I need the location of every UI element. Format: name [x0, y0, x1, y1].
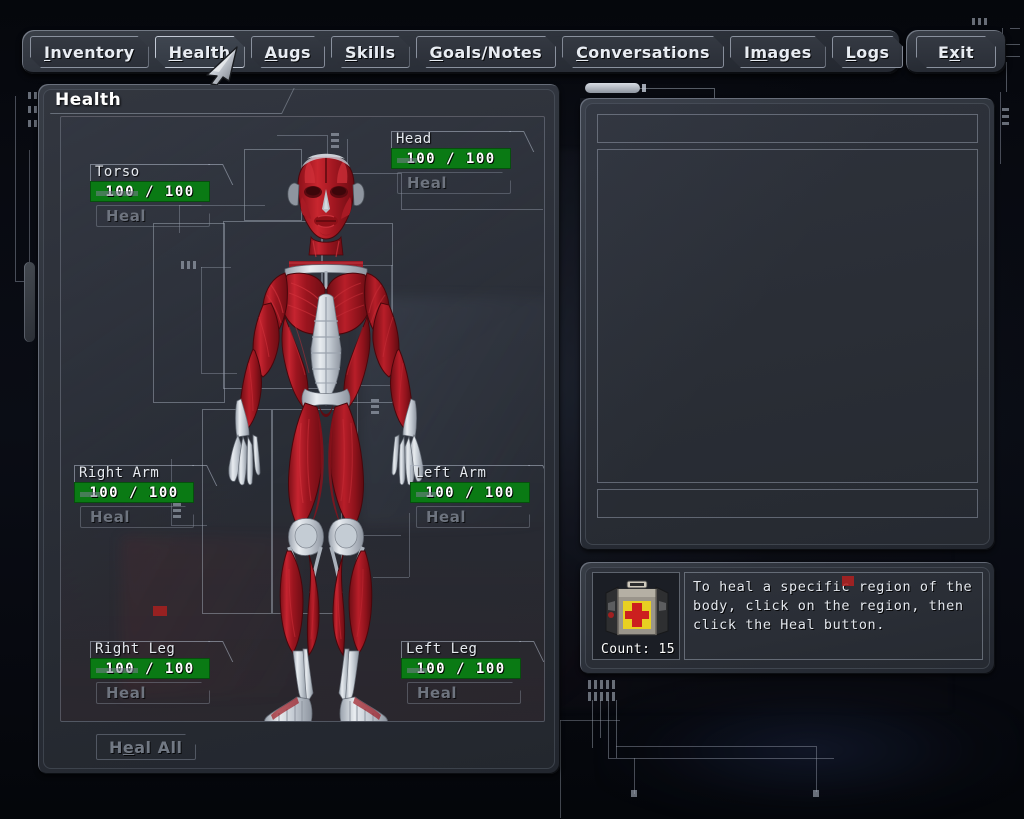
connector-pill [585, 83, 640, 93]
circuit-trace [714, 88, 715, 98]
stat-label-left-leg: Left Leg [406, 641, 478, 657]
stat-torso[interactable]: Torso 100 / 100 Heal [90, 164, 210, 228]
circuit-trace [1006, 56, 1020, 57]
item-list-body[interactable] [597, 149, 978, 483]
health-value-torso: 100 / 100 [105, 183, 195, 200]
tab-inventory[interactable]: Inventory [30, 36, 149, 68]
stat-label-right-arm: Right Arm [79, 465, 160, 481]
heal-all-button[interactable]: He al All [96, 734, 196, 760]
circuit-ticks [1002, 108, 1009, 125]
medkit-icon [605, 580, 669, 636]
health-value-head: 100 / 100 [406, 150, 496, 167]
health-bar-right-leg: 100 / 100 [90, 658, 210, 679]
circuit-trace [277, 135, 327, 136]
health-panel: Health Torso 100 / 100 Heal Head 100 / 1… [38, 84, 560, 774]
heal-button-left-leg[interactable]: Heal [401, 681, 521, 705]
background-blue-glow [600, 680, 1020, 819]
info-panel: Count: 15 To heal a specific region of t… [580, 562, 995, 674]
circuit-trace [1006, 44, 1020, 45]
item-icon-slot[interactable]: Count: 15 [592, 572, 680, 660]
item-list-panel [580, 98, 995, 550]
health-value-left-arm: 100 / 100 [425, 484, 515, 501]
heal-label: Heal [90, 508, 130, 526]
circuit-ticks [972, 18, 987, 25]
tab-logs[interactable]: Logs [832, 36, 904, 68]
stat-label-left-arm: Left Arm [415, 465, 487, 481]
tab-skills[interactable]: Skills [331, 36, 410, 68]
health-bar-left-arm: 100 / 100 [410, 482, 530, 503]
stat-label-torso: Torso [95, 164, 140, 180]
tab-augs[interactable]: Augs [251, 36, 325, 68]
stat-label-right-leg: Right Leg [95, 641, 176, 657]
heal-button-right-arm[interactable]: Heal [74, 505, 194, 529]
heal-button-torso[interactable]: Heal [90, 204, 210, 228]
circuit-endpoint [631, 790, 637, 797]
connector-pill [24, 262, 35, 342]
figure-left-leg [328, 402, 388, 721]
health-value-left-leg: 100 / 100 [416, 660, 506, 677]
health-value-right-arm: 100 / 100 [89, 484, 179, 501]
tab-bar: Inventory Health Augs Skills Goals/Notes Conv… [22, 30, 900, 74]
tab-images[interactable]: Im ages [730, 36, 826, 68]
connector-tip [642, 84, 646, 92]
heal-label: Heal [407, 174, 447, 192]
circuit-trace [1000, 92, 1001, 164]
circuit-trace [1006, 62, 1007, 92]
heal-label: Heal [426, 508, 466, 526]
figure-right-leg [264, 402, 324, 721]
game-screen: Inventory Health Augs Skills Goals/Notes Conv… [0, 0, 1024, 819]
stat-label-head: Head [396, 131, 432, 147]
info-description: To heal a specific region of the body, c… [693, 579, 973, 633]
exit-bar: Ex it [906, 30, 1006, 74]
circuit-trace [15, 96, 16, 281]
figure-left-arm [364, 272, 424, 486]
figure-torso [281, 272, 371, 410]
health-bar-head: 100 / 100 [391, 148, 511, 169]
circuit-endpoint [813, 790, 819, 797]
heal-button-left-arm[interactable]: Heal [410, 505, 530, 529]
item-count-label: Count: 15 [600, 642, 676, 657]
health-bar-torso: 100 / 100 [90, 181, 210, 202]
heal-button-right-leg[interactable]: Heal [90, 681, 210, 705]
stat-left-leg[interactable]: Left Leg 100 / 100 Heal [401, 641, 521, 705]
health-value-right-leg: 100 / 100 [105, 660, 195, 677]
tab-conversations[interactable]: Conversations [562, 36, 724, 68]
health-bar-left-leg: 100 / 100 [401, 658, 521, 679]
body-figure[interactable] [201, 137, 451, 722]
heal-button-head[interactable]: Heal [391, 171, 511, 195]
item-list-header [597, 114, 978, 143]
item-list-footer [597, 489, 978, 518]
health-body-area: Torso 100 / 100 Heal Head 100 / 100 Heal… [60, 116, 545, 722]
heal-label: Heal [106, 684, 146, 702]
circuit-trace [1010, 28, 1020, 29]
stat-left-arm[interactable]: Left Arm 100 / 100 Heal [410, 465, 530, 529]
heal-label: Heal [417, 684, 457, 702]
stat-head[interactable]: Head 100 / 100 Heal [391, 131, 511, 195]
heal-label: Heal [106, 207, 146, 225]
info-text-box: To heal a specific region of the body, c… [684, 572, 983, 660]
figure-head [287, 153, 365, 240]
health-bar-right-arm: 100 / 100 [74, 482, 194, 503]
page-title: Health [55, 90, 122, 110]
tab-goals-notes[interactable]: Goals/Notes [416, 36, 557, 68]
stat-right-leg[interactable]: Right Leg 100 / 100 Heal [90, 641, 210, 705]
tab-list: Inventory Health Augs Skills Goals/Notes Conv… [30, 36, 903, 68]
circuit-ticks [181, 261, 196, 269]
exit-button[interactable]: Ex it [916, 36, 996, 68]
figure-right-arm [228, 272, 288, 486]
tab-health[interactable]: Health [155, 36, 245, 68]
red-pixel-artifact [153, 606, 167, 616]
stat-right-arm[interactable]: Right Arm 100 / 100 Heal [74, 465, 194, 529]
